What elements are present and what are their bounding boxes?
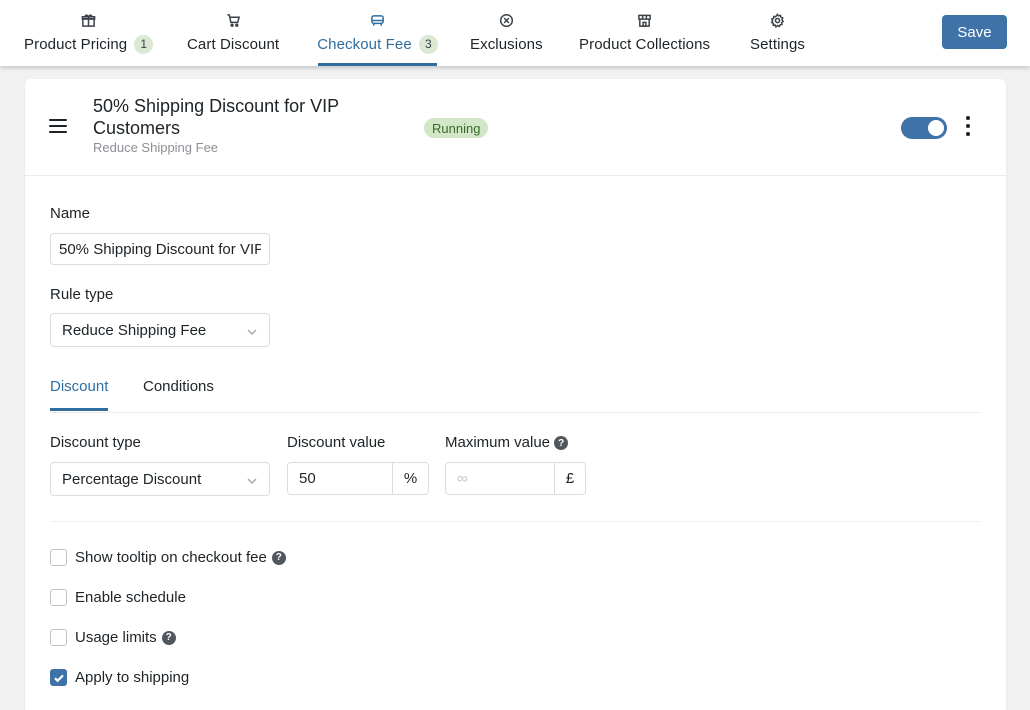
- option-usage-limits: Usage limits ?: [50, 629, 176, 646]
- discount-type-value: Percentage Discount: [62, 470, 202, 488]
- option-label: Show tooltip on checkout fee: [75, 549, 267, 566]
- maximum-value-label: Maximum value ?: [445, 434, 569, 451]
- rule-title: 50% Shipping Discount for VIP Customers: [93, 96, 339, 138]
- option-apply-to-shipping: Apply to shipping: [50, 669, 189, 686]
- tab-label: Product Pricing: [24, 35, 128, 53]
- active-subtab-indicator: [50, 408, 109, 411]
- tab-count-badge: 1: [134, 34, 154, 54]
- top-navigation: Product Pricing 1 Cart Discount Checkout…: [0, 0, 1030, 66]
- option-enable-schedule: Enable schedule: [50, 589, 186, 606]
- tab-label: Settings: [750, 35, 805, 53]
- subtab-conditions[interactable]: Conditions: [143, 378, 214, 395]
- save-button[interactable]: Save: [942, 15, 1007, 49]
- rule-enabled-toggle[interactable]: [901, 117, 947, 139]
- truck-icon: [370, 12, 386, 28]
- section-divider: [50, 521, 981, 522]
- enable-schedule-checkbox[interactable]: [50, 589, 67, 606]
- chevron-down-icon: [246, 325, 258, 337]
- discount-value-group: %: [287, 462, 429, 495]
- tab-cart-discount[interactable]: Cart Discount: [187, 0, 279, 66]
- show-tooltip-checkbox[interactable]: [50, 549, 67, 566]
- rule-subtabs: Discount Conditions: [50, 370, 981, 413]
- maximum-value-group: £: [445, 462, 586, 495]
- help-icon[interactable]: ?: [554, 436, 569, 451]
- drag-handle-icon[interactable]: [49, 119, 67, 133]
- toggle-knob: [928, 120, 944, 136]
- rule-card: 50% Shipping Discount for VIP Customers …: [25, 79, 1006, 710]
- help-icon[interactable]: ?: [271, 550, 286, 565]
- discount-value-input[interactable]: [288, 463, 392, 494]
- tab-checkout-fee[interactable]: Checkout Fee 3: [317, 0, 438, 66]
- option-label: Usage limits: [75, 629, 157, 646]
- tab-product-pricing[interactable]: Product Pricing 1: [24, 0, 154, 66]
- rule-type-value: Reduce Shipping Fee: [62, 321, 207, 339]
- tab-product-collections[interactable]: Product Collections: [579, 0, 710, 66]
- tab-settings[interactable]: Settings: [750, 0, 805, 66]
- discount-type-label: Discount type: [50, 434, 141, 451]
- maximum-value-input[interactable]: [446, 463, 554, 494]
- name-input[interactable]: [50, 233, 270, 265]
- rule-type-label: Rule type: [50, 286, 114, 303]
- currency-addon: £: [554, 463, 585, 494]
- rule-type-select[interactable]: Reduce Shipping Fee: [50, 313, 270, 347]
- tab-count-badge: 3: [418, 34, 438, 54]
- tab-label: Cart Discount: [187, 35, 280, 53]
- cart-icon: [225, 12, 241, 28]
- circle-x-icon: [498, 12, 514, 28]
- tab-label: Product Collections: [579, 35, 711, 53]
- name-label: Name: [50, 205, 91, 222]
- tab-label: Exclusions: [470, 35, 543, 53]
- rule-subtitle: Reduce Shipping Fee: [93, 140, 219, 155]
- chevron-down-icon: [246, 474, 258, 486]
- discount-type-select[interactable]: Percentage Discount: [50, 462, 270, 496]
- subtab-label: Conditions: [143, 378, 214, 395]
- rule-header: 50% Shipping Discount for VIP Customers …: [25, 79, 1006, 176]
- option-show-tooltip: Show tooltip on checkout fee ?: [50, 549, 286, 566]
- usage-limits-checkbox[interactable]: [50, 629, 67, 646]
- tab-label: Checkout Fee: [317, 35, 412, 53]
- discount-unit-addon: %: [392, 463, 428, 494]
- maximum-value-label-text: Maximum value: [445, 434, 551, 451]
- option-label: Apply to shipping: [75, 669, 190, 686]
- apply-to-shipping-checkbox[interactable]: [50, 669, 67, 686]
- help-icon[interactable]: ?: [161, 630, 176, 645]
- discount-value-label: Discount value: [287, 434, 386, 451]
- subtab-discount[interactable]: Discount: [50, 378, 109, 411]
- subtab-label: Discount: [50, 378, 109, 395]
- tab-exclusions[interactable]: Exclusions: [470, 0, 543, 66]
- checkmark-icon: [53, 674, 64, 682]
- option-label: Enable schedule: [75, 589, 186, 606]
- active-tab-indicator: [318, 63, 437, 66]
- status-badge: Running: [424, 118, 489, 138]
- store-icon: [637, 12, 653, 28]
- gear-icon: [770, 12, 786, 28]
- more-options-icon[interactable]: [965, 116, 971, 138]
- gift-icon: [81, 12, 97, 28]
